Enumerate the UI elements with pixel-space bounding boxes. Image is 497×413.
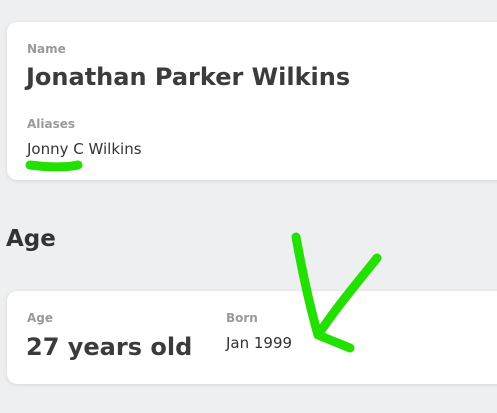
- identity-card: Name Jonathan Parker Wilkins Aliases Jon…: [7, 22, 497, 180]
- age-card: Age 27 years old Born Jan 1999: [7, 291, 497, 384]
- born-label: Born: [226, 311, 258, 325]
- age-label: Age: [27, 311, 54, 325]
- age-section-title: Age: [6, 226, 56, 252]
- name-label: Name: [27, 42, 66, 56]
- aliases-label: Aliases: [27, 117, 76, 131]
- born-value: Jan 1999: [226, 334, 293, 352]
- aliases-value: Jonny C Wilkins: [27, 140, 142, 158]
- name-value: Jonathan Parker Wilkins: [26, 63, 351, 91]
- age-value: 27 years old: [26, 333, 193, 361]
